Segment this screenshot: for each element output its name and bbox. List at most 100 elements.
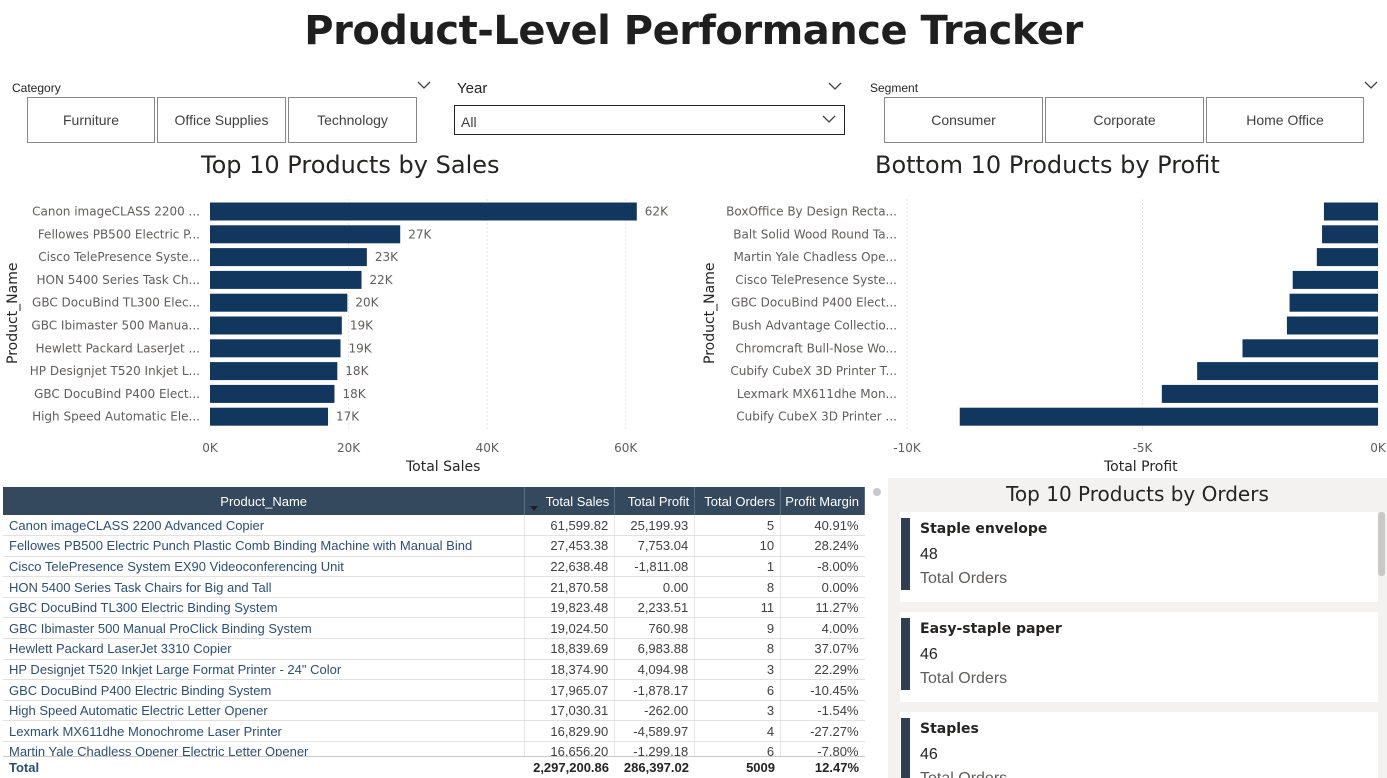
year-dropdown[interactable]: All: [454, 105, 845, 135]
product-table[interactable]: Product_Name Total Sales Total Profit To…: [3, 487, 865, 778]
bar: [1322, 225, 1378, 244]
table-scrollbar[interactable]: [873, 488, 881, 496]
bar: [1316, 248, 1378, 267]
bottom-profit-x-axis-title: Total Profit: [1104, 459, 1178, 475]
table-row[interactable]: Canon imageCLASS 2200 Advanced Copier 61,…: [3, 515, 865, 537]
cell-total-profit: 0.00: [614, 576, 695, 598]
top-sales-bar-chart[interactable]: 0K 20K 40K 60K Canon imageCLASS 2200 ... 62K F…: [0, 190, 700, 460]
column-header-total-sales[interactable]: Total Sales: [524, 487, 616, 515]
order-card[interactable]: Staples 46 Total Orders: [900, 712, 1378, 778]
segment-tile-home-office[interactable]: Home Office: [1206, 97, 1364, 143]
table-row[interactable]: High Speed Automatic Electric Letter Ope…: [3, 700, 865, 722]
bar: [959, 407, 1378, 426]
bar: [210, 339, 341, 358]
cell-total-orders: 6: [694, 679, 781, 701]
x-tick-label: 40K: [476, 441, 500, 455]
y-category-label: High Speed Automatic Ele...: [32, 410, 200, 424]
y-category-label: Cisco TelePresence Syste...: [735, 273, 897, 287]
y-category-label: Chromcraft Bull-Nose Wo...: [736, 341, 897, 355]
segment-chevron-down-icon[interactable]: [1364, 81, 1380, 93]
y-category-label: Lexmark MX611dhe Mon...: [737, 387, 897, 401]
cell-total-orders: 1: [694, 556, 781, 578]
cell-total-orders: 11: [694, 597, 781, 619]
bar: [1242, 339, 1378, 358]
cell-total-profit: -262.00: [614, 700, 695, 722]
cell-product-name: Canon imageCLASS 2200 Advanced Copier: [3, 515, 525, 537]
y-category-label: GBC DocuBind TL300 Elec...: [32, 296, 200, 310]
order-card[interactable]: Staple envelope 48 Total Orders: [900, 512, 1378, 602]
bar: [210, 384, 335, 403]
page-title: Product-Level Performance Tracker: [304, 8, 1083, 54]
cell-profit-margin: 28.24%: [780, 535, 865, 557]
cell-total-sales: 17,965.07: [524, 679, 615, 701]
cell-profit-margin: 22.29%: [780, 659, 865, 681]
bar: [210, 316, 342, 335]
cell-total-orders: 8: [694, 576, 781, 598]
table-row[interactable]: Lexmark MX611dhe Monochrome Laser Printe…: [3, 720, 865, 743]
table-row[interactable]: Fellowes PB500 Electric Punch Plastic Co…: [3, 535, 865, 557]
cell-product-name: High Speed Automatic Electric Letter Ope…: [3, 700, 525, 722]
table-row[interactable]: GBC Ibimaster 500 Manual ProClick Bindin…: [3, 617, 865, 640]
x-tick-label: 0K: [202, 441, 219, 455]
cell-total-profit: 6,983.88: [614, 638, 695, 660]
card-label: Total Orders: [920, 770, 1007, 778]
bar: [1161, 384, 1378, 403]
category-tile-office-supplies[interactable]: Office Supplies: [157, 97, 286, 143]
category-slicer-label: Category: [12, 81, 61, 95]
category-chevron-down-icon[interactable]: [417, 81, 433, 93]
table-row[interactable]: Cisco TelePresence System EX90 Videoconf…: [3, 556, 865, 578]
category-tile-technology[interactable]: Technology: [288, 97, 417, 143]
cell-profit-margin: 11.27%: [780, 597, 865, 619]
cell-product-name: Lexmark MX611dhe Monochrome Laser Printe…: [3, 720, 525, 743]
card-accent-bar: [901, 718, 910, 778]
cell-total-sales: 17,030.31: [524, 700, 615, 722]
orders-cards-panel[interactable]: Top 10 Products by Orders Staple envelop…: [888, 478, 1387, 778]
cell-total-orders: 9: [694, 617, 781, 640]
table-row[interactable]: GBC DocuBind P400 Electric Binding Syste…: [3, 679, 865, 701]
table-row[interactable]: HP Designjet T520 Inkjet Large Format Pr…: [3, 659, 865, 681]
top-sales-x-axis-title: Total Sales: [406, 459, 481, 475]
x-tick-label: 20K: [337, 441, 361, 455]
segment-tile-consumer[interactable]: Consumer: [884, 97, 1043, 143]
cell-product-name: GBC DocuBind P400 Electric Binding Syste…: [3, 679, 525, 701]
x-tick-label: -5K: [1133, 441, 1154, 455]
segment-tile-corporate[interactable]: Corporate: [1045, 97, 1204, 143]
table-row[interactable]: Hewlett Packard LaserJet 3310 Copier 18,8…: [3, 638, 865, 660]
column-header-total-orders[interactable]: Total Orders: [694, 487, 782, 515]
cell-total-orders: 5: [694, 515, 781, 537]
cell-total-sales: 27,453.38: [524, 535, 615, 557]
cell-product-name: GBC DocuBind TL300 Electric Binding Syst…: [3, 597, 525, 619]
y-category-label: GBC DocuBind P400 Elect...: [731, 296, 897, 310]
sort-descending-icon[interactable]: [530, 506, 538, 511]
year-header-chevron-down-icon[interactable]: [828, 82, 844, 94]
cell-total-orders: 3: [694, 700, 781, 722]
cell-profit-margin: 0.00%: [780, 576, 865, 598]
cell-total-sales: 61,599.82: [524, 515, 615, 537]
column-header-profit-margin[interactable]: Profit Margin: [780, 487, 865, 515]
cell-total-sales: 21,870.58: [524, 576, 615, 598]
total-profit-value: 286,397.02: [623, 760, 689, 775]
bar-data-label: 22K: [370, 273, 394, 287]
bottom-profit-bar-chart[interactable]: -10K -5K 0K BoxOffice By Design Recta... Bal…: [700, 190, 1387, 460]
y-category-label: Hewlett Packard LaserJet ...: [35, 341, 200, 355]
cell-total-profit: -1,811.08: [614, 556, 695, 578]
bar: [1289, 293, 1378, 312]
table-row[interactable]: HON 5400 Series Task Chairs for Big and …: [3, 576, 865, 598]
table-row[interactable]: GBC DocuBind TL300 Electric Binding Syst…: [3, 597, 865, 619]
order-card[interactable]: Easy-staple paper 46 Total Orders: [900, 612, 1378, 702]
cell-total-sales: 19,024.50: [524, 617, 615, 640]
cell-product-name: Fellowes PB500 Electric Punch Plastic Co…: [3, 535, 525, 557]
category-tile-furniture[interactable]: Furniture: [27, 97, 155, 143]
column-header-product-name[interactable]: Product_Name: [3, 487, 526, 515]
cell-total-profit: 760.98: [614, 617, 695, 640]
cards-scrollbar[interactable]: [1378, 512, 1385, 576]
card-product-name: Staples: [920, 721, 979, 737]
y-category-label: GBC Ibimaster 500 Manua...: [31, 319, 200, 333]
column-header-total-profit[interactable]: Total Profit: [614, 487, 696, 515]
cell-product-name: GBC Ibimaster 500 Manual ProClick Bindin…: [3, 617, 525, 640]
cell-product-name: HP Designjet T520 Inkjet Large Format Pr…: [3, 659, 525, 681]
cell-profit-margin: -10.45%: [780, 679, 865, 701]
card-label: Total Orders: [920, 570, 1008, 587]
cell-total-orders: 8: [694, 638, 781, 660]
card-accent-bar: [901, 618, 910, 690]
